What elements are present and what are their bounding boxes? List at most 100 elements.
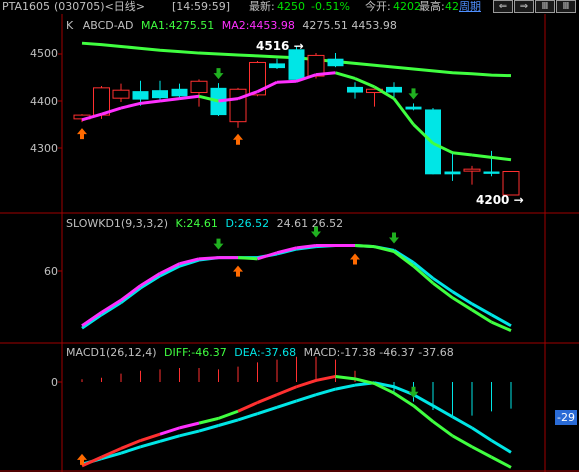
ma1-segment — [335, 71, 356, 80]
macd-scale-badge: -29 — [555, 410, 577, 425]
ma1-segment — [452, 151, 473, 157]
ma1-segment — [471, 153, 492, 159]
candle-body — [171, 88, 188, 97]
zoom-in-button[interactable]: Ⅲ — [535, 0, 555, 13]
diff-segment — [335, 374, 356, 381]
low-marker: 4200 → — [476, 193, 524, 207]
period-link[interactable]: 周期 — [459, 0, 481, 14]
slowk-segment — [139, 272, 161, 287]
slowk-segment — [393, 250, 415, 268]
slowk-segment — [120, 284, 142, 302]
kd-buy-arrow-icon — [350, 253, 360, 265]
slowd-segment — [100, 301, 122, 317]
candle-body — [190, 80, 208, 94]
diff-segment — [451, 434, 473, 449]
ma1-segment — [392, 97, 415, 126]
high-label: 最高: — [419, 0, 445, 13]
candle-body — [112, 89, 130, 99]
dea-segment — [471, 426, 493, 442]
dea-segment — [490, 439, 512, 454]
kd-sell-arrow-icon — [213, 238, 224, 250]
diff-segment — [198, 416, 219, 425]
candle-body — [483, 171, 500, 174]
kline-chart[interactable]: 4516 → 4200 → — [0, 14, 579, 472]
diff-segment — [315, 374, 336, 382]
candle-body — [152, 90, 168, 99]
open-label: 今开: — [365, 0, 391, 13]
diff-segment — [296, 378, 317, 389]
slowk-segment — [100, 298, 122, 314]
kd-sell-arrow-icon — [311, 226, 321, 238]
time-label: [14:59:59] — [172, 0, 230, 13]
ma1-segment — [491, 155, 512, 162]
diff-segment — [490, 455, 512, 469]
kd-buy-arrow-icon — [233, 265, 243, 277]
slowk-segment — [237, 256, 258, 261]
code-period: (030705)<日线> — [54, 0, 146, 13]
diff-segment — [179, 421, 200, 430]
buy-arrow-icon — [77, 128, 87, 140]
diff-segment — [140, 432, 161, 442]
candle-body — [327, 58, 344, 67]
diff-segment — [256, 393, 278, 404]
sell-arrow-icon — [408, 88, 419, 100]
ma1-segment — [276, 79, 297, 84]
high-value: 42 — [445, 0, 459, 13]
dea-segment — [276, 399, 297, 409]
candle-body — [405, 106, 422, 110]
dea-segment — [296, 393, 317, 403]
ma1-segment — [120, 101, 141, 110]
diff-segment — [159, 426, 180, 436]
candle-body — [347, 86, 363, 93]
nav-left-button[interactable]: ⇐ — [493, 0, 513, 13]
dea-segment — [432, 404, 454, 419]
slowk-segment — [81, 311, 103, 327]
dea-segment — [451, 415, 473, 430]
diff-segment — [412, 404, 434, 423]
nav-right-button[interactable]: ⇒ — [514, 0, 534, 13]
ma1-segment — [159, 97, 180, 103]
slowd-segment — [139, 274, 161, 290]
zoom-out-button[interactable]: Ⅲ — [556, 0, 576, 13]
diff-segment — [432, 420, 454, 437]
slowk-segment — [354, 243, 375, 249]
kd-sell-arrow-icon — [389, 232, 399, 244]
dea-segment — [198, 424, 219, 433]
dea-segment — [218, 418, 239, 427]
buy-arrow-icon — [233, 133, 243, 145]
dea-segment — [140, 439, 161, 449]
latest-label: 最新: — [249, 0, 275, 13]
open-value: 4202 — [393, 0, 421, 13]
ma1-segment — [140, 99, 161, 105]
slowd-segment — [120, 286, 142, 304]
candle-body — [386, 86, 402, 93]
dea-segment — [335, 383, 356, 391]
ma1-segment — [315, 71, 336, 77]
high-marker: 4516 → — [256, 39, 304, 53]
candle-body — [502, 171, 520, 196]
dea-segment — [159, 434, 180, 443]
dea-segment — [257, 405, 278, 416]
change-pct: -0.51% — [311, 0, 350, 13]
candle-body — [444, 171, 461, 175]
quote-header: PTA1605 (030705)<日线> [14:59:59] 最新: 4250… — [0, 0, 579, 14]
candle-body — [229, 88, 247, 123]
ma1-segment — [179, 94, 200, 101]
diff-segment — [237, 401, 259, 413]
candle-body — [132, 91, 149, 100]
candle-body — [463, 168, 481, 172]
diff-segment — [217, 409, 239, 420]
slowk-segment — [198, 256, 219, 261]
latest-value: 4250 — [277, 0, 305, 13]
slowd-segment — [81, 313, 103, 330]
sell-arrow-icon — [213, 68, 224, 80]
slowd-segment — [451, 290, 473, 306]
diff-segment — [471, 445, 493, 459]
dea-segment — [315, 387, 336, 397]
dea-segment — [237, 412, 258, 422]
ma1-segment — [354, 77, 376, 89]
dea-segment — [179, 429, 200, 438]
candle-body — [269, 63, 285, 69]
slowk-segment — [451, 296, 473, 312]
candle-body — [288, 49, 305, 80]
